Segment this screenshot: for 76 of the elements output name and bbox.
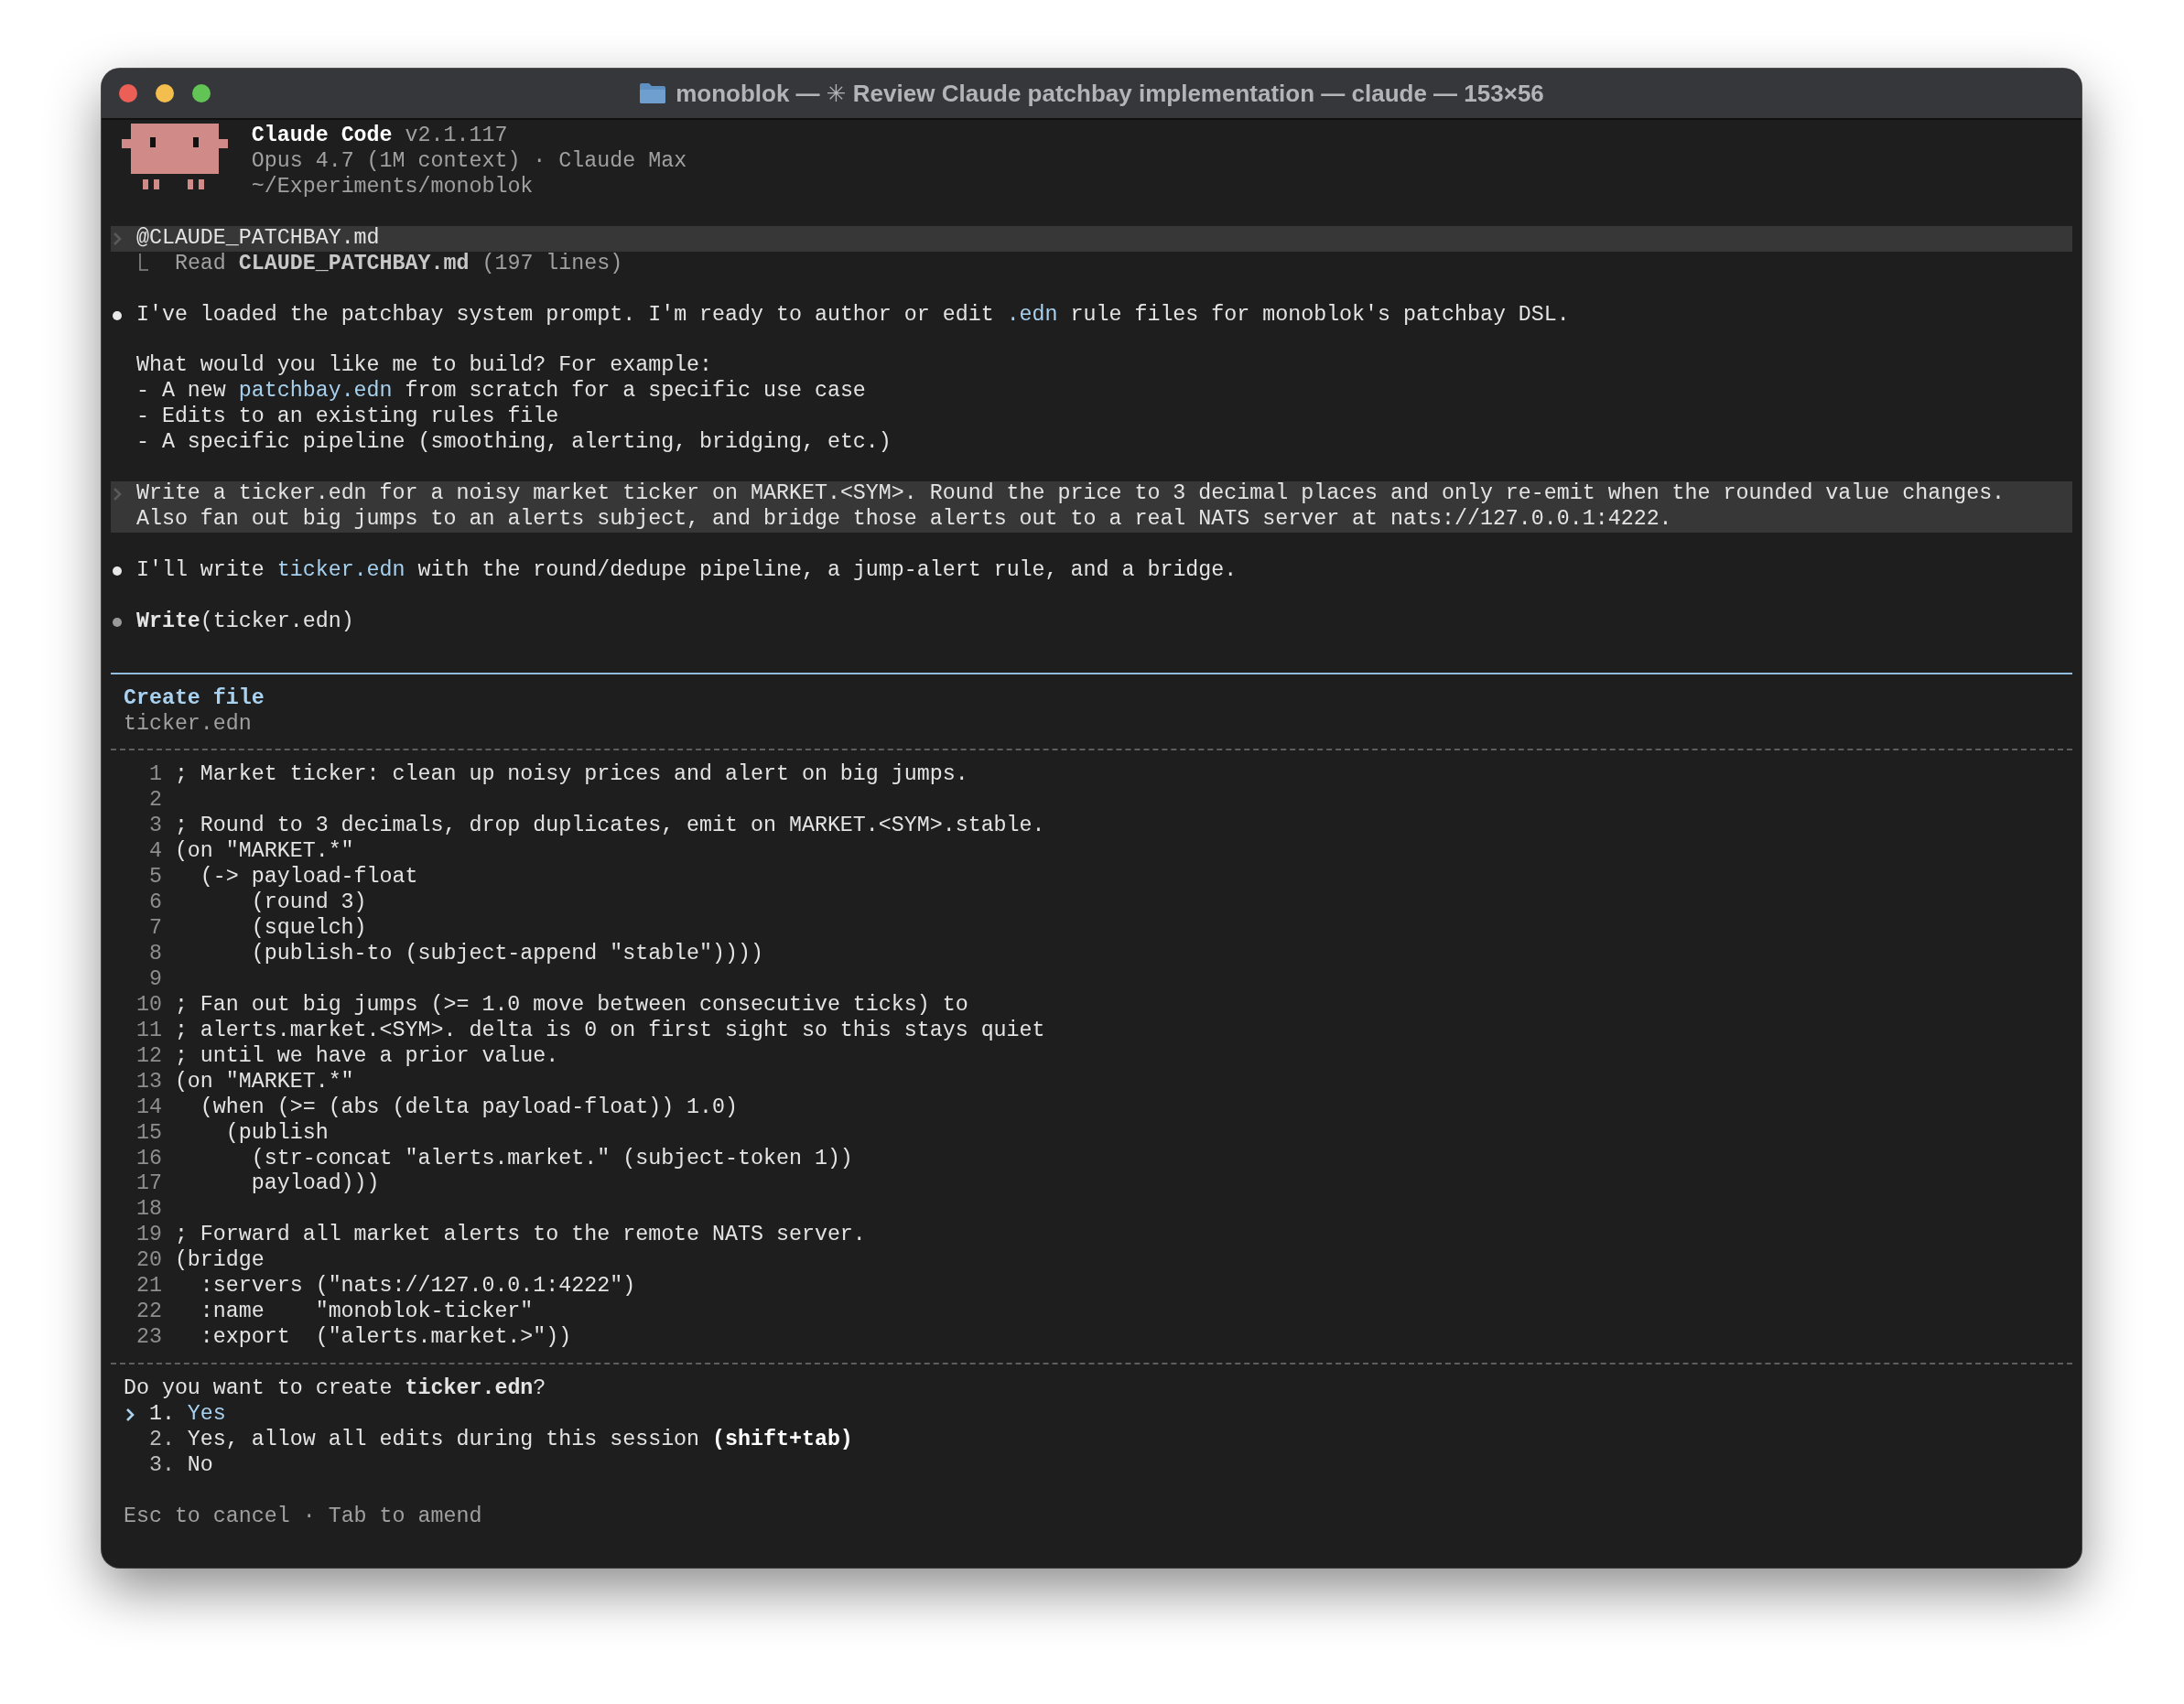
code-line: (publish-to (subject-append "stable")))) [250, 942, 763, 967]
version-label: v2.1.117 [405, 124, 508, 149]
dialog-title: Create file [123, 685, 265, 712]
message-text: - A new patchbay.edn from scratch for a specific use case [135, 379, 866, 405]
code-line: ; Fan out big jumps (>= 1.0 move between consecutive ticks) to [174, 992, 968, 1019]
keyboard-hint: Esc to cancel · Tab to amend [123, 1504, 482, 1530]
menu-option[interactable]: 2. Yes, allow all edits during this session (shift+tab) [123, 1427, 853, 1453]
line-number: 14 [135, 1095, 162, 1121]
line-number: 23 [135, 1325, 162, 1351]
confirm-question: Do you want to create ticker.edn? [123, 1375, 546, 1402]
prompt-chevron-icon [113, 231, 122, 246]
code-line: (bridge [174, 1248, 265, 1275]
message-text: - Edits to an existing rules file [135, 404, 559, 431]
menu-option[interactable]: 1. Yes [123, 1401, 226, 1428]
code-line: (publish [224, 1120, 329, 1147]
product-name: Claude Code [251, 124, 393, 149]
line-number: 20 [135, 1248, 162, 1275]
code-line: (on "MARKET.*" [174, 1069, 354, 1095]
working-directory: ~/Experiments/monoblok [251, 174, 534, 200]
line-number: 13 [135, 1069, 162, 1095]
code-line: (-> payload-float [199, 865, 418, 891]
code-line: (when (>= (abs (delta payload-float)) 1.0) [199, 1095, 738, 1121]
minimize-button[interactable] [156, 84, 174, 102]
file-name: ticker.edn [123, 711, 252, 738]
prompt-text: @CLAUDE_PATCHBAY.md [135, 225, 380, 252]
line-number: 5 [147, 865, 162, 891]
line-number: 22 [135, 1300, 162, 1326]
prompt-text: Also fan out big jumps to an alerts subject, and bridge those alerts out to a real NATS server at nats://127.0.0.1:4222. [135, 507, 1672, 533]
line-number: 8 [147, 942, 162, 967]
line-number: 16 [135, 1146, 162, 1172]
code-line: ; until we have a prior value. [174, 1043, 559, 1070]
line-number: 1 [147, 762, 162, 789]
code-line: payload))) [250, 1171, 380, 1198]
line-number: 17 [135, 1171, 162, 1198]
selection-chevron-icon [124, 1407, 135, 1422]
window-title: monoblok — ✳ Review Claude patchbay implementation — claude — 153×56 [676, 79, 1544, 108]
folder-icon [639, 82, 667, 104]
code-line: ; Forward all market alerts to the remote NATS server. [174, 1223, 866, 1249]
line-number: 4 [147, 839, 162, 866]
line-number: 3 [147, 814, 162, 840]
line-number: 7 [147, 916, 162, 942]
bullet-icon [112, 309, 123, 321]
line-number: 2 [147, 788, 162, 814]
code-line: (squelch) [250, 916, 367, 942]
message-text: I'll write ticker.edn with the round/dedupe pipeline, a jump-alert rule, and a bridge. [135, 557, 1238, 584]
code-line: :servers ("nats://127.0.0.1:4222") [199, 1274, 636, 1300]
line-number: 21 [135, 1274, 162, 1300]
code-line: (on "MARKET.*" [174, 839, 354, 866]
code-line: :name "monoblok-ticker" [199, 1300, 534, 1326]
bullet-icon [112, 616, 123, 628]
code-line: :export ("alerts.market.>")) [199, 1325, 572, 1351]
message-text: What would you like me to build? For example: [135, 353, 713, 380]
prompt-chevron-icon [113, 487, 122, 502]
tool-call-label: Write(ticker.edn) [135, 609, 354, 635]
line-number: 10 [135, 992, 162, 1019]
code-line: ; Market ticker: clean up noisy prices and alert on big jumps. [174, 762, 968, 789]
line-number: 6 [147, 890, 162, 917]
tool-result-text: Read CLAUDE_PATCHBAY.md (197 lines) [174, 251, 623, 277]
code-line: ; alerts.market.<SYM>. delta is 0 on first sight so this stays quiet [174, 1018, 1045, 1044]
close-button[interactable] [119, 84, 137, 102]
line-number: 9 [147, 966, 162, 993]
message-text: - A specific pipeline (smoothing, alerting, bridging, etc.) [135, 430, 892, 457]
code-line: (str-concat "alerts.market." (subject-token 1)) [250, 1146, 853, 1172]
model-label: Opus 4.7 (1M context) · Claude Max [251, 148, 687, 175]
line-number: 19 [135, 1223, 162, 1249]
prompt-text: Write a ticker.edn for a noisy market ticker on MARKET.<SYM>. Round the price to 3 decimal places and only re-emit when the rounded value changes. [135, 481, 2006, 508]
bullet-icon [112, 565, 123, 577]
menu-option[interactable]: 3. No [123, 1452, 213, 1479]
code-line: ; Round to 3 decimals, drop duplicates, emit on MARKET.<SYM>.stable. [174, 814, 1045, 840]
line-number: 11 [135, 1018, 162, 1044]
zoom-button[interactable] [192, 84, 211, 102]
line-number: 18 [135, 1197, 162, 1224]
line-number: 15 [135, 1120, 162, 1147]
message-text: I've loaded the patchbay system prompt. I'm ready to author or edit .edn rule files for monoblok's patchbay DSL. [135, 302, 1570, 329]
code-line: (round 3) [250, 890, 367, 917]
line-number: 12 [135, 1043, 162, 1070]
